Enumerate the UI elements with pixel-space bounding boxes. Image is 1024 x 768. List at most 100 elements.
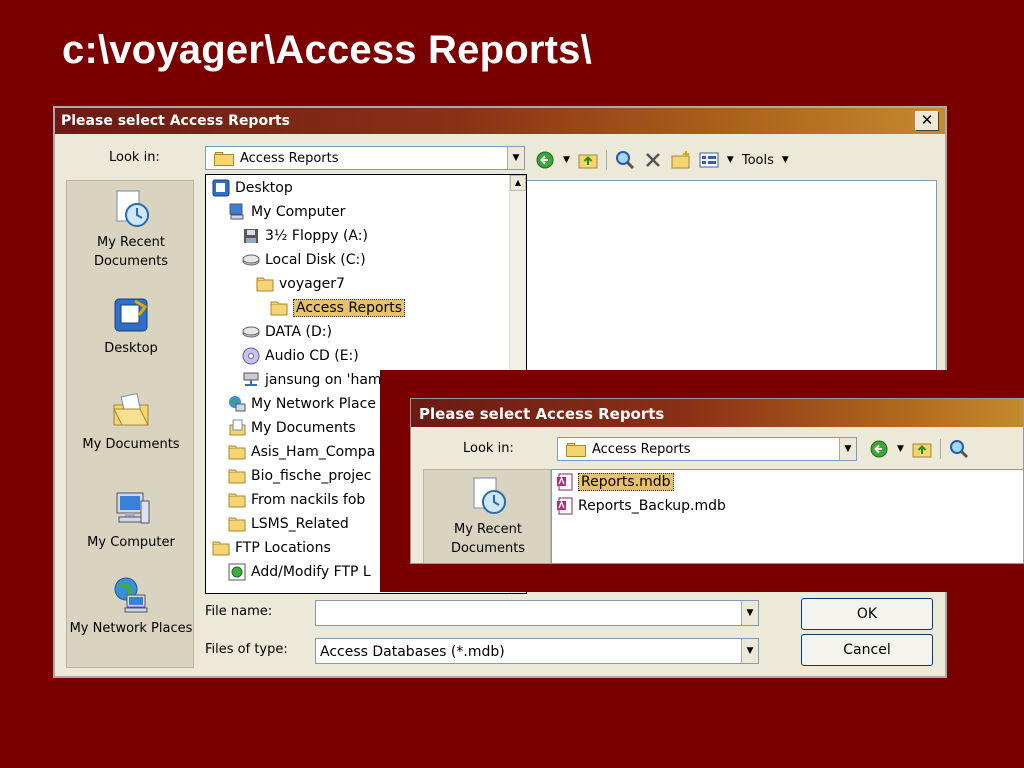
chevron-down-icon[interactable]: ▼ [741,601,758,625]
search-web-icon[interactable] [615,150,635,170]
tools-menu[interactable]: Tools [742,153,774,168]
file-type-label: Files of type: [205,642,288,657]
cancel-button[interactable]: Cancel [801,634,933,666]
new-folder-icon[interactable] [671,150,691,170]
places-bar: My Recent Documents Desktop My Documents… [66,180,194,668]
tree-item[interactable]: DATA (D:) [242,321,332,343]
tree-item[interactable]: My Documents [228,417,356,439]
places-bar: My Recent Documents [423,469,552,563]
tree-item[interactable]: LSMS_Related [228,513,349,535]
tree-item[interactable]: Bio_fische_projec [228,465,371,487]
tree-item-label: LSMS_Related [251,516,349,532]
network-drive-icon [242,371,260,389]
chevron-down-icon[interactable]: ▼ [741,639,758,663]
place-my-network-places[interactable]: My Network Places [67,575,195,638]
look-in-value: Access Reports [240,151,339,166]
dialog-titlebar[interactable]: Please select Access Reports ✕ [55,108,945,134]
place-label: My Network Places [69,621,193,636]
tree-item[interactable]: voyager7 [256,273,345,295]
place-my-recent-documents[interactable]: My Recent Documents [67,189,195,271]
place-my-recent-documents[interactable]: My Recent Documents [424,476,552,558]
tree-item[interactable]: jansung on 'ham [242,369,382,391]
place-my-computer[interactable]: My Computer [67,489,195,552]
back-icon[interactable] [535,150,555,170]
up-folder-icon[interactable] [578,150,598,170]
look-in-dropdown[interactable]: Access Reports ▼ [557,437,857,461]
place-label: My Recent Documents [93,235,169,269]
file-name-input[interactable]: ▼ [315,600,759,626]
file-list-item[interactable]: Reports.mdb [556,472,674,492]
place-label: Desktop [104,341,158,356]
file-name-label: File name: [205,604,273,619]
tree-item-label: Desktop [235,180,293,196]
slide-title: c:\voyager\Access Reports\ [62,28,592,72]
back-dropdown-icon[interactable]: ▼ [897,444,904,454]
delete-icon[interactable] [643,150,663,170]
place-desktop[interactable]: Desktop [67,295,195,358]
floppy-icon [242,227,260,245]
tree-item[interactable]: Local Disk (C:) [242,249,366,271]
folder-icon [566,443,586,457]
ok-button[interactable]: OK [801,598,933,630]
place-my-documents[interactable]: My Documents [67,391,195,454]
folder-icon [228,443,246,461]
tree-item-label: DATA (D:) [265,324,332,340]
views-icon[interactable] [699,150,719,170]
tree-item[interactable]: Add/Modify FTP L [228,561,371,583]
file-list[interactable]: Reports.mdb Reports_Backup.mdb [551,469,1023,563]
back-dropdown-icon[interactable]: ▼ [563,155,570,165]
cd-icon [242,347,260,365]
tree-item[interactable]: Access Reports [270,297,406,319]
my-documents-icon [228,419,246,437]
chevron-down-icon[interactable]: ▼ [839,438,856,460]
dialog-titlebar[interactable]: Please select Access Reports [411,399,1023,427]
close-button[interactable]: ✕ [915,111,939,131]
file-type-select[interactable]: Access Databases (*.mdb) ▼ [315,638,759,664]
back-icon[interactable] [869,439,889,459]
views-dropdown-icon[interactable]: ▼ [727,155,734,165]
tree-item-label: Audio CD (E:) [265,348,359,364]
file-type-value: Access Databases (*.mdb) [320,644,505,660]
inset-file-open-dialog: Please select Access Reports Look in: Ac… [410,398,1024,564]
tree-item[interactable]: Asis_Ham_Compa [228,441,375,463]
chevron-down-icon[interactable]: ▼ [507,147,524,169]
tree-item[interactable]: Audio CD (E:) [242,345,359,367]
tree-item[interactable]: 3½ Floppy (A:) [242,225,368,247]
search-web-icon[interactable] [949,439,969,459]
access-db-icon [556,497,574,515]
tree-item-label: My Network Place [251,396,376,412]
tools-dropdown-icon[interactable]: ▼ [782,155,789,165]
look-in-dropdown[interactable]: Access Reports ▼ [205,146,525,170]
tree-item-label: From nackils fob [251,492,366,508]
toolbar-separator [939,439,941,459]
ftp-icon [228,563,246,581]
tree-item[interactable]: From nackils fob [228,489,365,511]
up-folder-icon[interactable] [912,439,932,459]
network-places-icon [111,575,151,615]
folder-icon [256,275,274,293]
my-computer-icon [111,489,151,529]
tree-item-label: voyager7 [279,276,345,292]
access-db-icon [556,473,574,491]
tree-item-label: 3½ Floppy (A:) [265,228,368,244]
dialog-title: Please select Access Reports [419,405,665,423]
look-in-value: Access Reports [592,442,691,457]
tree-item-label: jansung on 'ham [265,372,382,388]
file-list-item[interactable]: Reports_Backup.mdb [556,496,726,516]
tree-item[interactable]: My Network Place [228,393,376,415]
scroll-up-icon[interactable]: ▲ [510,175,526,191]
tree-item[interactable]: FTP Locations [212,537,331,559]
recent-documents-icon [111,189,151,229]
look-in-label: Look in: [109,150,160,165]
file-name: Reports.mdb [578,473,674,491]
drive-icon [242,323,260,341]
folder-icon [270,299,288,317]
tree-item[interactable]: Desktop [212,177,293,199]
tree-item[interactable]: My Computer [228,201,345,223]
my-documents-icon [111,391,151,431]
place-label: My Computer [87,535,175,550]
toolbar-separator [605,150,607,170]
toolbar: ▼ ▼ Tools ▼ [535,148,789,172]
folder-icon [214,152,234,166]
place-label: My Documents [82,437,180,452]
